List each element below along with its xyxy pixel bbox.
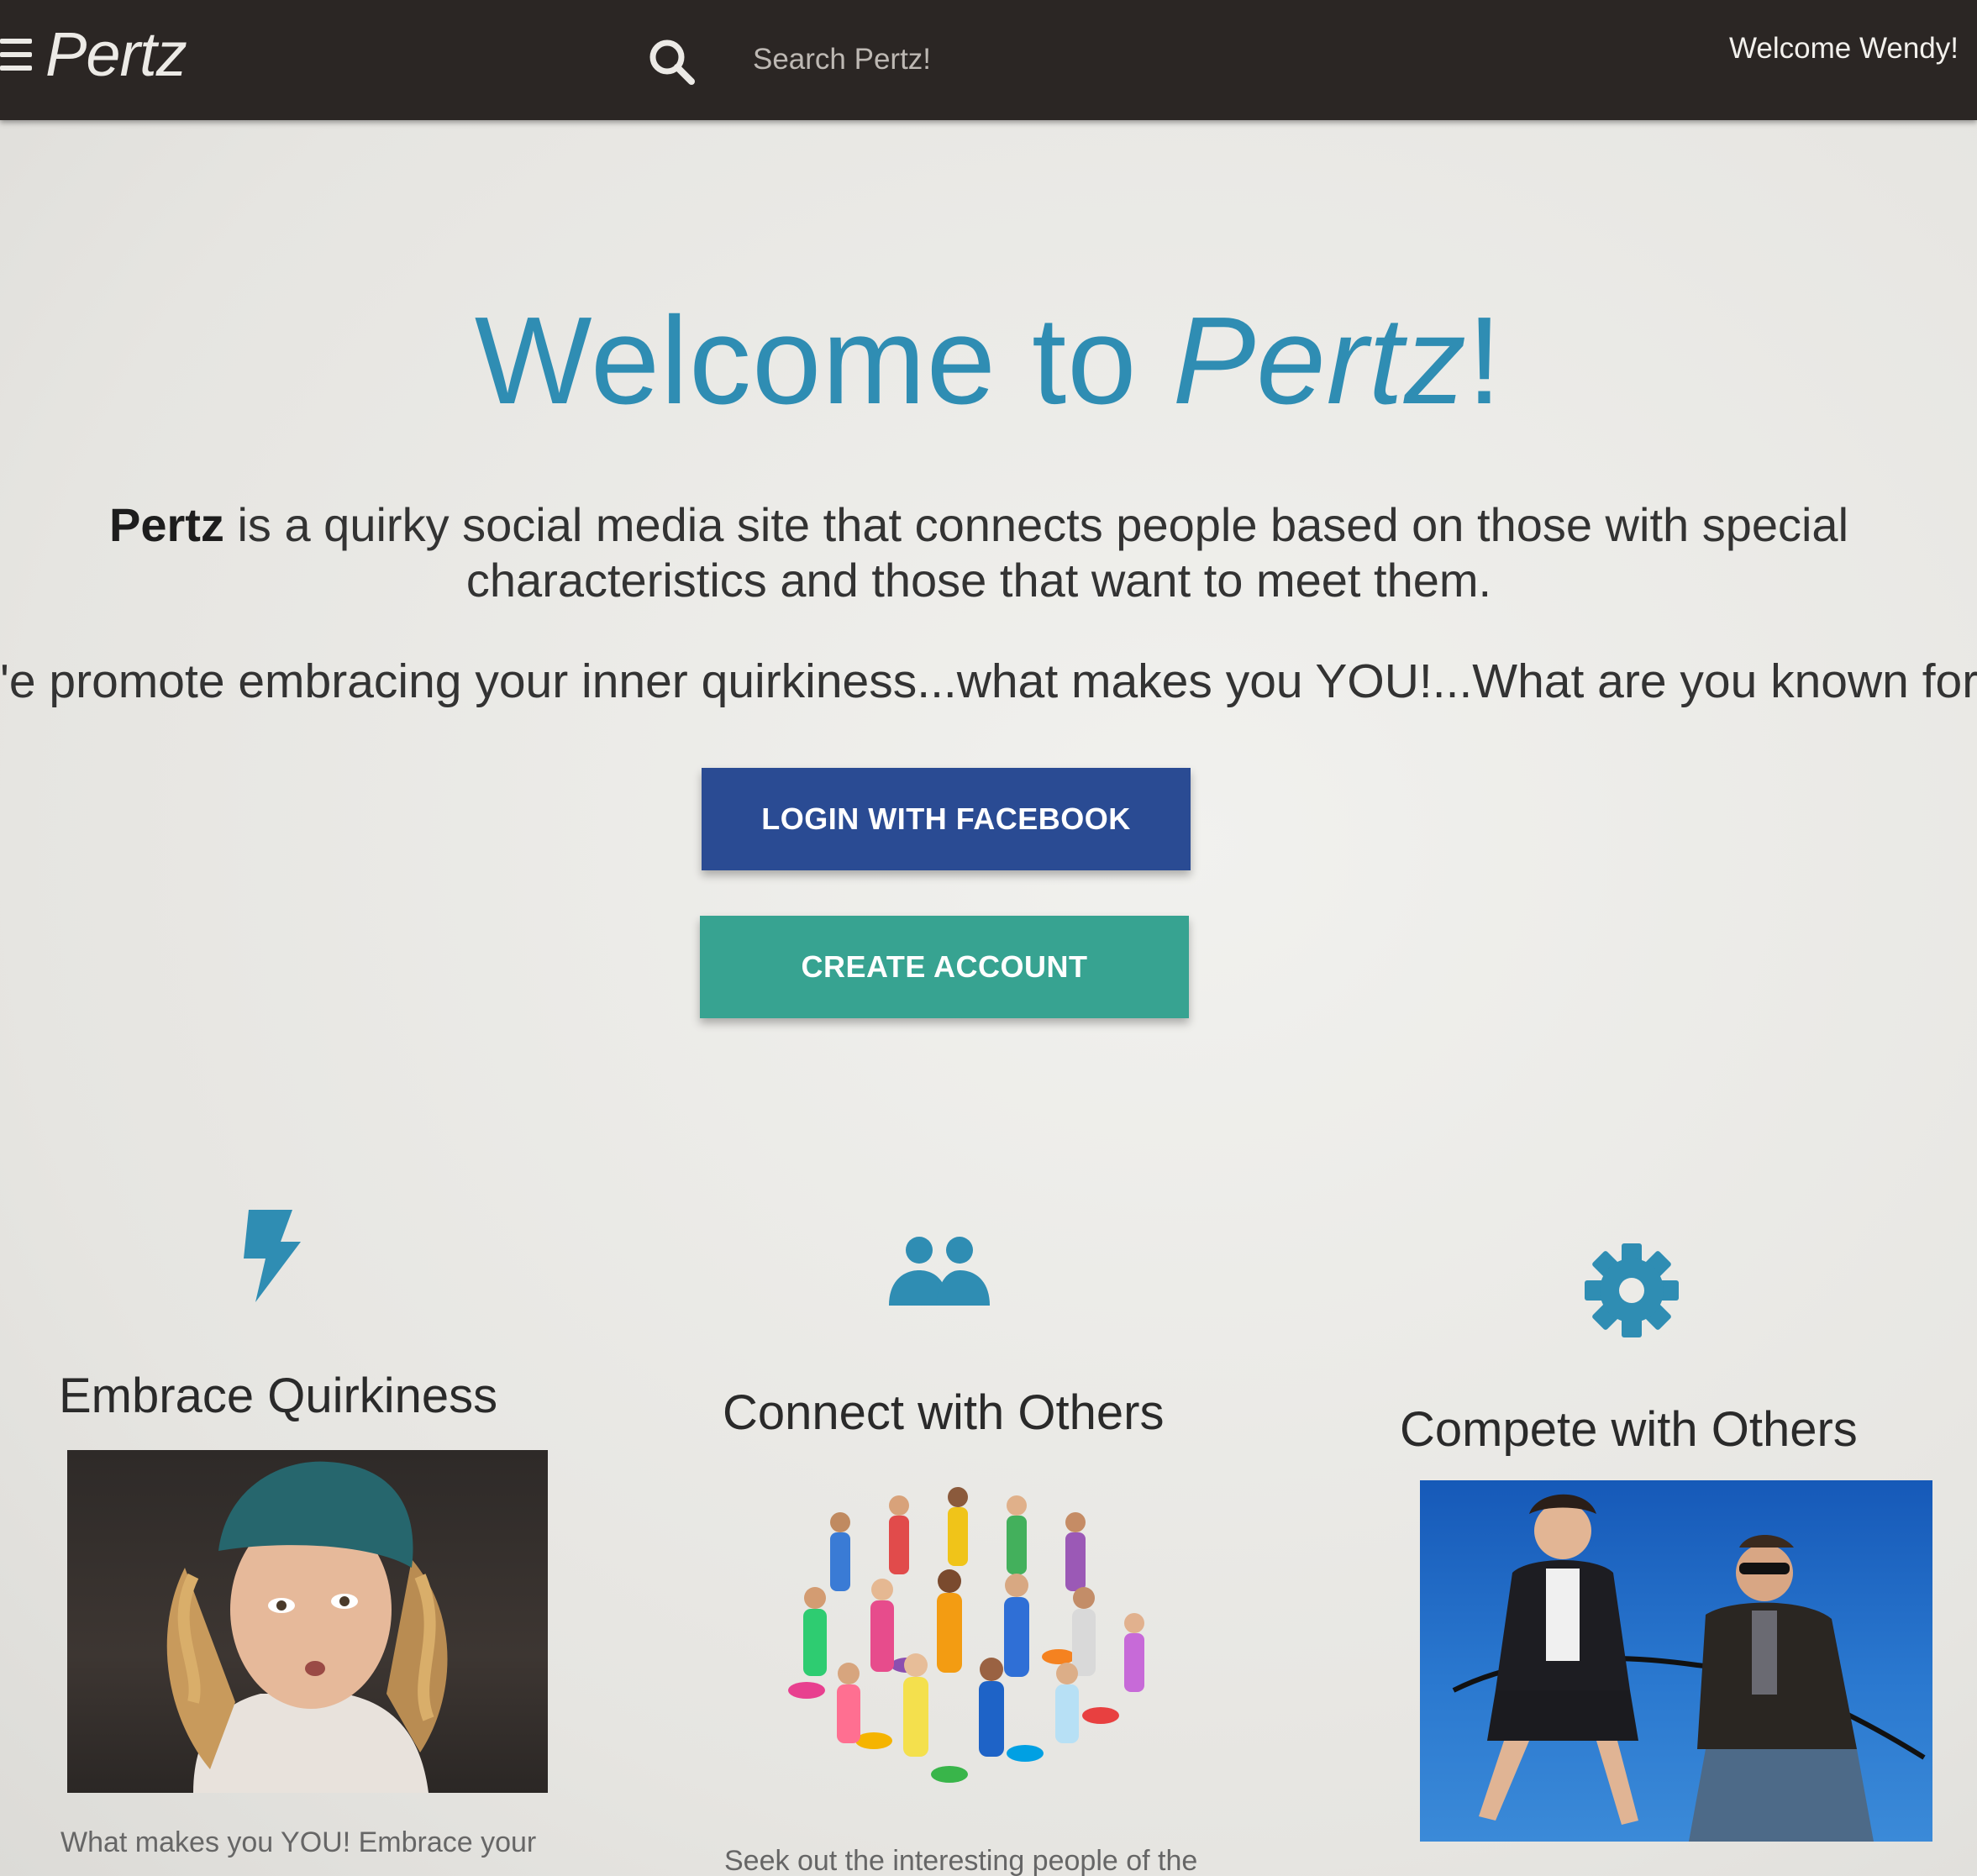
page-title-prefix: Welcome to <box>474 292 1173 430</box>
top-navbar: Pertz Welcome Wendy! <box>0 0 1977 120</box>
page-title-brand: Pertz <box>1172 292 1468 430</box>
lightning-bolt-icon <box>244 1210 301 1302</box>
user-greeting[interactable]: Welcome Wendy! <box>1729 32 1959 66</box>
feature-title-connect: Connect with Others <box>723 1385 1165 1440</box>
page-title-suffix: ! <box>1467 292 1503 430</box>
page: Pertz Welcome Wendy! Welcome to Pertz! P… <box>0 0 1977 1876</box>
site-description-text: is a quirky social media site that conne… <box>223 498 1849 607</box>
gear-icon <box>1585 1243 1679 1337</box>
search-input[interactable] <box>746 34 1230 86</box>
create-account-button[interactable]: CREATE ACCOUNT <box>700 916 1189 1018</box>
search-icon[interactable] <box>645 35 697 87</box>
brand-logo[interactable]: Pertz <box>45 18 187 90</box>
tug-of-war-image <box>1420 1480 1932 1842</box>
hamburger-menu-icon[interactable] <box>0 35 34 77</box>
feature-description-embrace: What makes you YOU! Embrace your <box>60 1826 537 1858</box>
page-title: Welcome to Pertz! <box>0 290 1977 433</box>
feature-description-connect: Seek out the interesting people of the <box>724 1845 1198 1876</box>
feature-title-embrace: Embrace Quirkiness <box>59 1369 498 1423</box>
login-with-facebook-button[interactable]: LOGIN WITH FACEBOOK <box>702 768 1191 870</box>
site-description: Pertz is a quirky social media site that… <box>76 497 1882 608</box>
feature-title-compete: Compete with Others <box>1400 1402 1858 1457</box>
site-description-brand: Pertz <box>108 498 224 551</box>
promote-text: 'e promote embracing your inner quirkine… <box>0 654 1977 708</box>
people-icon <box>889 1237 990 1306</box>
people-group-image <box>739 1472 1210 1804</box>
quirky-girl-image <box>67 1450 548 1793</box>
